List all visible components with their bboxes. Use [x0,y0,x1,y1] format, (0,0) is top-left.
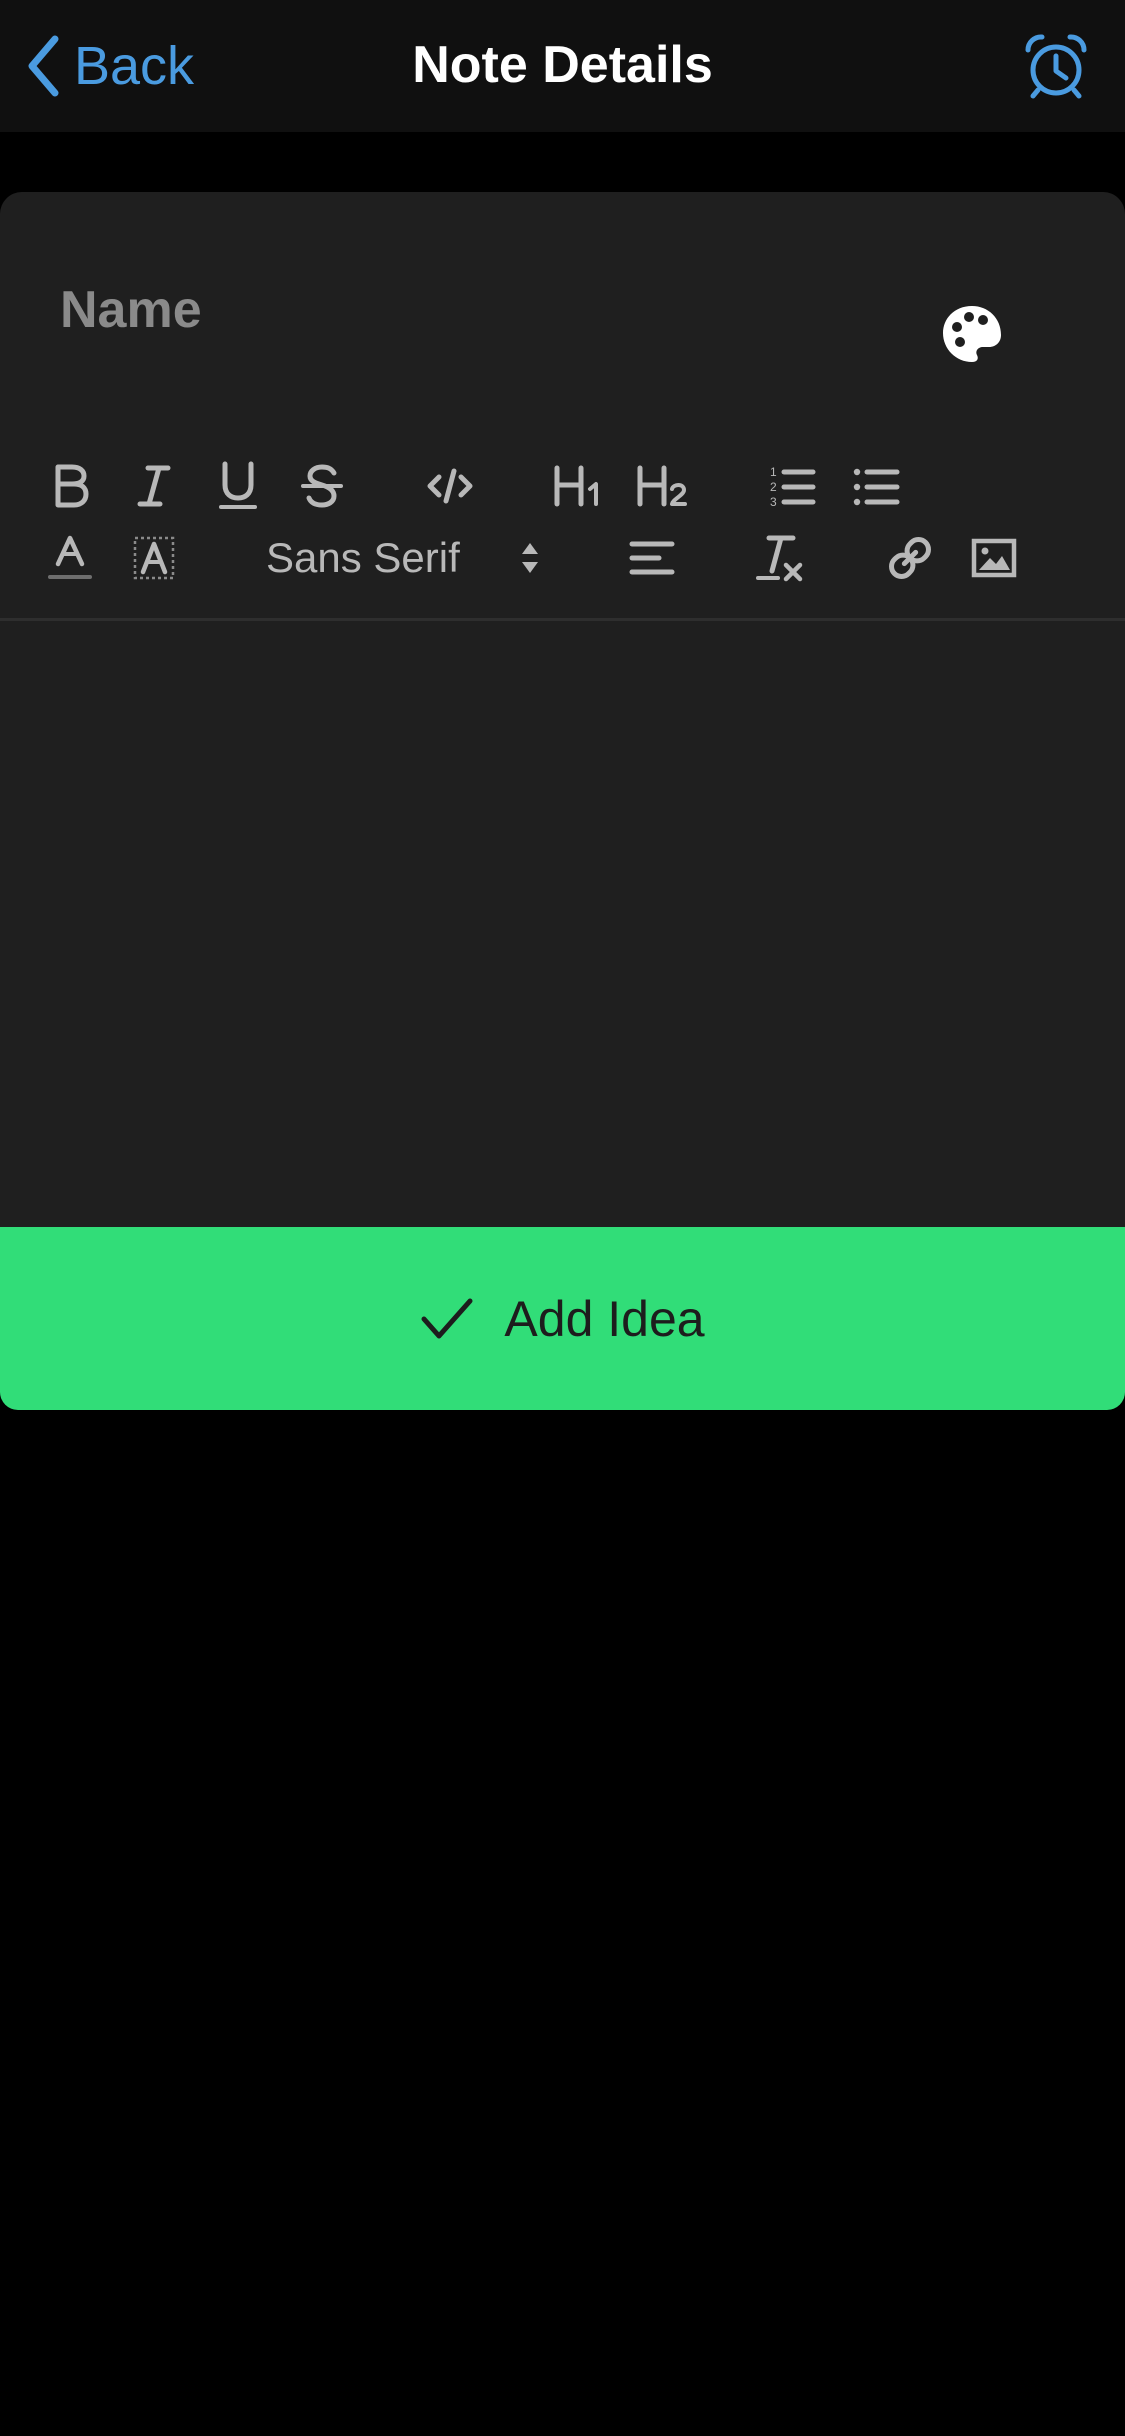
color-palette-button[interactable] [940,302,1004,366]
italic-icon [137,465,171,507]
heading-1-icon [554,465,598,507]
code-icon [427,468,473,504]
add-idea-button[interactable]: Add Idea [0,1227,1125,1410]
underline-icon [219,461,257,509]
svg-text:1: 1 [770,465,777,479]
bullet-list-icon [853,468,900,506]
italic-button[interactable] [128,456,180,516]
align-button[interactable] [624,528,680,588]
clear-formatting-icon [756,535,803,582]
alarm-button[interactable] [1022,32,1090,100]
checkmark-icon [421,1298,473,1338]
heading-2-button[interactable] [634,456,690,516]
chevron-left-icon [28,35,59,97]
clear-formatting-button[interactable] [752,528,808,588]
image-button[interactable] [966,528,1022,588]
strikethrough-icon [301,464,343,508]
link-button[interactable] [882,528,938,588]
underline-button[interactable] [212,456,264,516]
alarm-clock-icon [1025,34,1087,99]
ordered-list-button[interactable]: 1 2 3 [766,456,818,516]
font-family-value: Sans Serif [266,534,460,581]
code-block-button[interactable] [424,456,476,516]
align-left-icon [629,541,675,575]
bullet-list-button[interactable] [850,456,902,516]
note-body-editor[interactable] [0,621,1125,1225]
navigation-bar: Back Note Details [0,0,1125,132]
select-arrows-icon [522,543,538,573]
heading-1-button[interactable] [550,456,606,516]
link-icon [889,537,931,579]
add-idea-label: Add Idea [504,1290,705,1347]
back-button-label: Back [74,36,195,96]
font-color-button[interactable] [44,528,96,588]
font-color-icon [48,535,92,579]
image-icon [971,538,1017,578]
background-color-button[interactable] [128,528,180,588]
palette-icon [943,306,1001,362]
note-name-input[interactable] [60,270,900,350]
font-family-select[interactable]: Sans Serif [266,528,556,588]
svg-text:2: 2 [770,480,777,494]
strikethrough-button[interactable] [296,456,348,516]
heading-2-icon [637,465,687,507]
background-color-icon [133,536,175,580]
bold-icon [55,464,89,508]
bold-button[interactable] [44,456,96,516]
ordered-list-icon: 1 2 3 [770,465,816,509]
back-button[interactable]: Back [26,30,194,102]
svg-text:3: 3 [770,495,777,509]
